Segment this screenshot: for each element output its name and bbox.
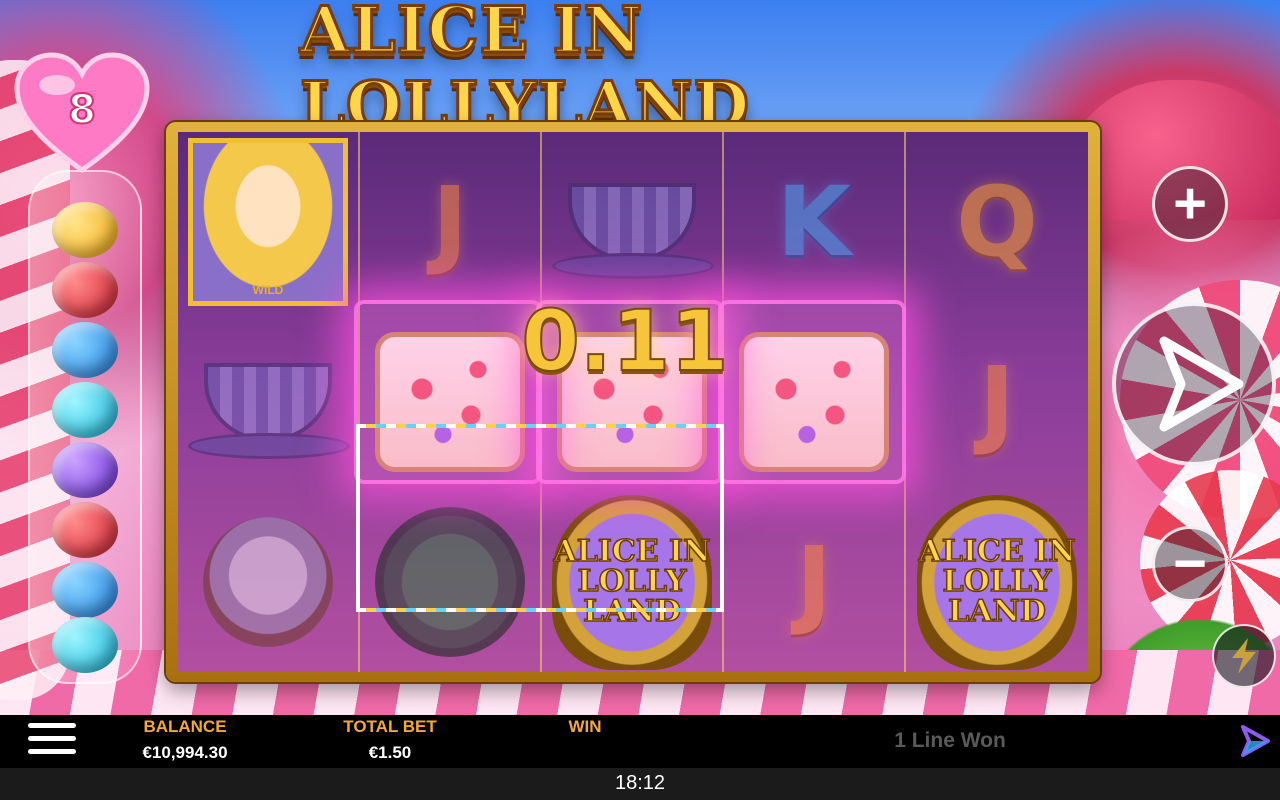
candy-ball-cyan (52, 382, 118, 438)
scatter-label: ALICE IN LOLLY LAND (918, 534, 1077, 629)
symbol-scatter: ALICE IN LOLLY LAND (906, 492, 1088, 672)
game-title-logo: ALICE IN LOLLYLAND (299, 0, 751, 144)
symbol-letter-j: J (979, 346, 1015, 458)
reel-1: WILD (178, 132, 360, 672)
wild-label: WILD (252, 283, 284, 297)
total-bet-label: TOTAL BET (343, 717, 437, 736)
symbol-letter-j: J (432, 166, 468, 278)
win-highlight (722, 304, 902, 480)
candy-ball-blue (52, 322, 118, 378)
turbo-button[interactable] (1212, 624, 1276, 688)
symbol-teacup (178, 312, 358, 492)
bottom-bar: BALANCE €10,994.30 TOTAL BET €1.50 WIN 1… (0, 715, 1280, 768)
symbol-letter-q: Q (956, 166, 1038, 278)
candy-ball-purple (52, 442, 118, 498)
balance-label: BALANCE (143, 717, 227, 736)
spin-icon (1159, 336, 1244, 432)
brand-logo-icon (1241, 725, 1270, 757)
win-line-indicator (356, 424, 724, 612)
menu-button[interactable] (28, 723, 76, 761)
spin-button[interactable] (1112, 302, 1276, 466)
increase-bet-button[interactable]: + (1152, 166, 1228, 242)
win-label: WIN (568, 717, 602, 736)
plus-icon: + (1173, 171, 1207, 236)
win-amount-popup: 0.11 (520, 291, 729, 391)
symbol-teacup (542, 132, 722, 312)
system-status-bar: 18:12 (0, 768, 1280, 800)
candy-ball-red (52, 502, 118, 558)
reel-5: Q J ALICE IN LOLLY LAND (906, 132, 1088, 672)
total-bet-value: €1.50 (368, 743, 412, 762)
symbol-wild-alice: WILD (178, 132, 358, 312)
candy-ball-blue (52, 562, 118, 618)
candy-ball-cyan (52, 617, 118, 673)
menu-icon (28, 723, 76, 754)
candy-ball-meter (28, 170, 142, 684)
clock: 18:12 (614, 772, 666, 794)
status-message: 1 Line Won (894, 729, 1006, 752)
heart-counter: 8 (12, 50, 152, 180)
reel-frame: WILD J ALICE IN LOLLY LAND K J Q J ALICE… (166, 122, 1100, 682)
candy-ball-yellow (52, 202, 118, 258)
candy-ball-red (52, 262, 118, 318)
lightning-icon (1232, 638, 1256, 674)
decrease-bet-button[interactable]: − (1152, 526, 1228, 602)
symbol-letter-j: J (796, 526, 832, 638)
symbol-white-rabbit (178, 492, 358, 672)
symbol-letter-k: K (776, 166, 852, 278)
minus-icon: − (1173, 531, 1207, 596)
balance-value: €10,994.30 (142, 743, 228, 762)
